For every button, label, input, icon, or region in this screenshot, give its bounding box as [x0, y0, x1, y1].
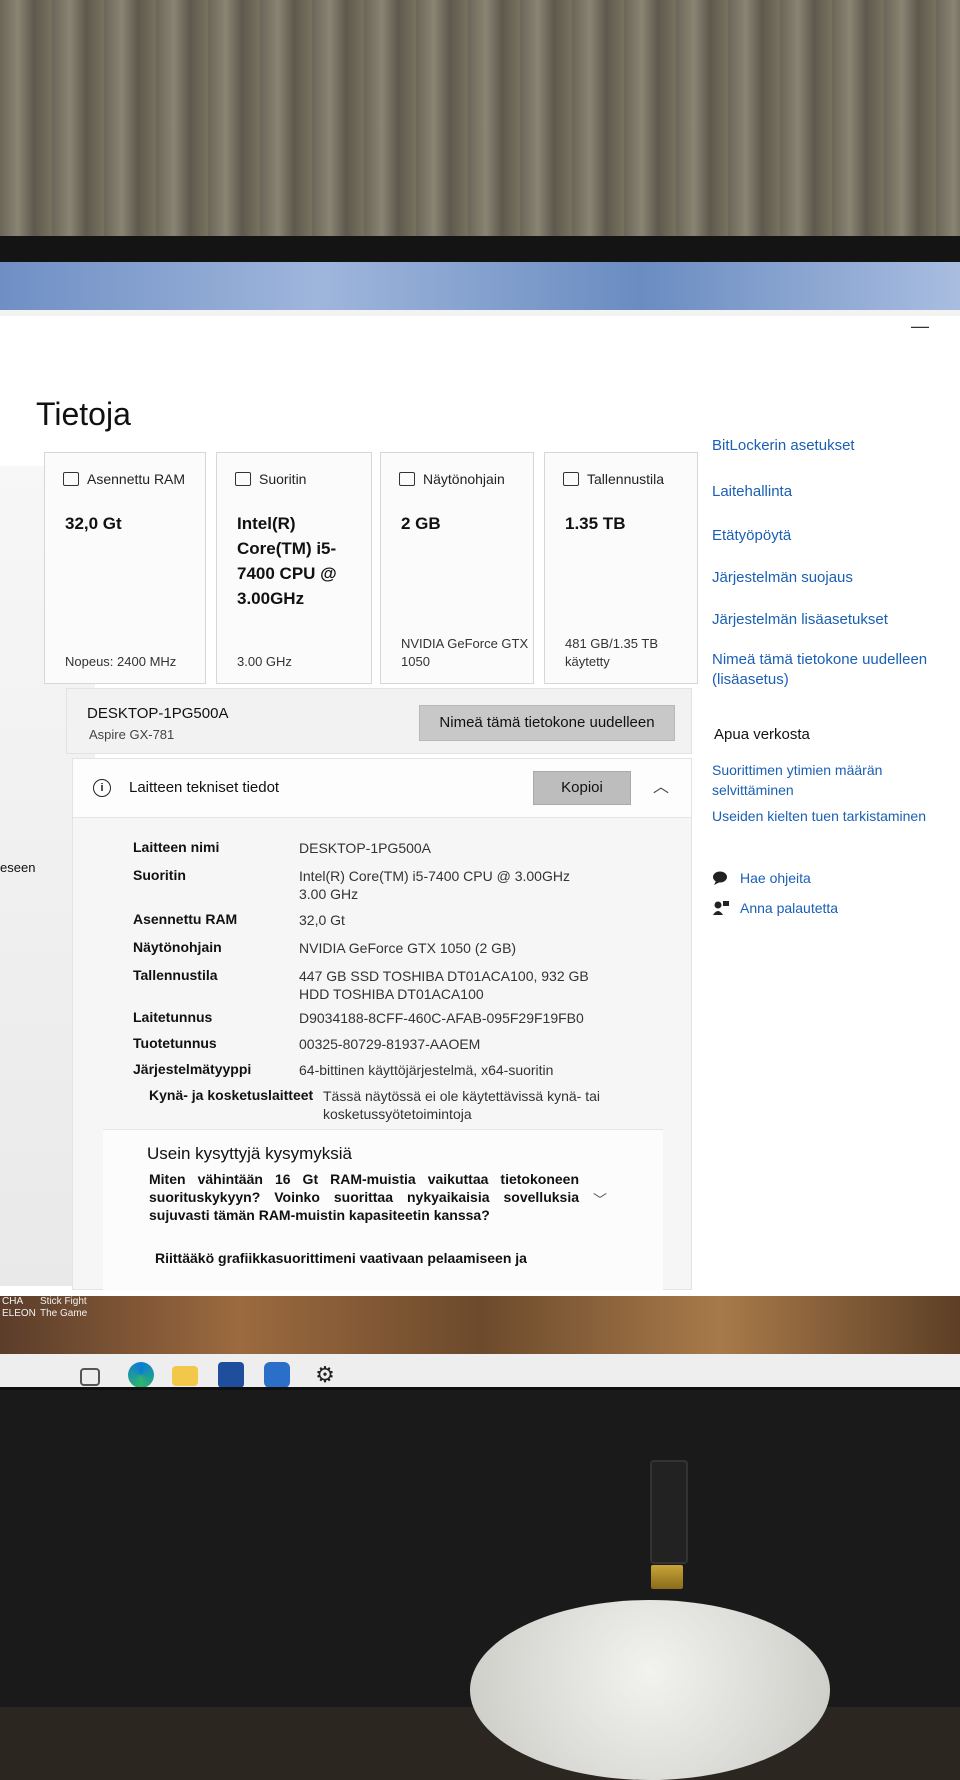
card-storage-value: 1.35 TB — [565, 514, 626, 533]
spec-key: Laitetunnus — [133, 1009, 213, 1025]
device-specs-title: Laitteen tekniset tiedot — [129, 779, 280, 796]
link-advanced-system-settings[interactable]: Järjestelmän lisäasetukset — [712, 610, 888, 630]
settings-icon[interactable]: ⚙ — [312, 1362, 338, 1387]
device-specs-panel: i Laitteen tekniset tiedot Kopioi ︿ Lait… — [72, 758, 692, 1290]
monitor-bezel-top — [0, 236, 960, 262]
edge-icon[interactable] — [128, 1362, 154, 1387]
spec-key: Suoritin — [133, 867, 186, 883]
feedback-label: Anna palautetta — [740, 900, 839, 916]
faq-question[interactable]: Riittääkö grafiikkasuorittimeni vaativaa… — [155, 1250, 585, 1266]
background-window-text: eseen — [0, 860, 36, 875]
card-gpu: Näytönohjain 2 GB NVIDIA GeForce GTX 105… — [380, 452, 534, 684]
feedback-link[interactable]: Anna palautetta — [712, 900, 838, 916]
spec-value: Tässä näytössä ei ole käytettävissä kynä… — [323, 1088, 601, 1122]
spec-key: Laitteen nimi — [133, 839, 220, 855]
card-cpu-label: Suoritin — [259, 471, 307, 487]
rename-pc-button[interactable]: Nimeä tämä tietokone uudelleen — [419, 705, 675, 741]
card-storage-label: Tallennustila — [587, 471, 665, 487]
card-storage-sub: 481 GB/1.35 TB käytetty — [565, 636, 658, 669]
card-ram: Asennettu RAM 32,0 Gt Nopeus: 2400 MHz — [44, 452, 206, 684]
cpu-icon — [235, 472, 251, 486]
get-help-label: Hae ohjeita — [740, 870, 811, 886]
background-wall — [0, 0, 960, 240]
faq-section: Usein kysyttyjä kysymyksiä Miten vähintä… — [103, 1129, 663, 1290]
link-multilanguage[interactable]: Useiden kielten tuen tarkistaminen — [712, 806, 952, 826]
screen: — eseen Tietoja Asennettu RAM 32,0 Gt No… — [0, 262, 960, 1387]
related-settings: BitLockerin asetukset Laitehallinta Etät… — [712, 436, 952, 996]
spec-key: Tuotetunnus — [133, 1035, 217, 1051]
spec-key: Kynä- ja kosketuslaitteet — [149, 1087, 314, 1103]
card-cpu: Suoritin Intel(R) Core(TM) i5-7400 CPU @… — [216, 452, 372, 684]
spec-value: 447 GB SSD TOSHIBA DT01ACA100, 932 GB HD… — [299, 968, 589, 1002]
card-storage: Tallennustila 1.35 TB 481 GB/1.35 TB käy… — [544, 452, 698, 684]
pill-dispenser — [470, 1600, 830, 1780]
card-gpu-sub: NVIDIA GeForce GTX 1050 — [401, 636, 529, 669]
spec-value: NVIDIA GeForce GTX 1050 (2 GB) — [299, 940, 517, 956]
storage-icon — [563, 472, 579, 486]
pc-model: Aspire GX-781 — [89, 727, 175, 742]
desktop-icon-fragment-line2: ELEON — [2, 1308, 36, 1319]
store-icon[interactable] — [218, 1362, 244, 1387]
desktop-icon-fragment[interactable]: CHA ELEON — [2, 1296, 36, 1320]
info-icon: i — [93, 779, 111, 797]
card-gpu-label: Näytönohjain — [423, 471, 505, 487]
chevron-down-icon[interactable]: ﹀ — [593, 1190, 607, 1210]
task-view-icon[interactable] — [80, 1368, 100, 1386]
spec-value: 32,0 Gt — [299, 912, 345, 928]
minimize-button[interactable]: — — [900, 316, 940, 340]
copy-button[interactable]: Kopioi — [533, 771, 631, 805]
spec-key: Näytönohjain — [133, 939, 222, 955]
help-title: Apua verkosta — [714, 726, 810, 743]
file-explorer-icon[interactable] — [172, 1366, 198, 1386]
desktop-wallpaper — [0, 1296, 960, 1354]
taskbar: ⚙ — [0, 1354, 960, 1387]
card-ram-sub: Nopeus: 2400 MHz — [65, 654, 177, 669]
device-specs-header[interactable]: i Laitteen tekniset tiedot Kopioi ︿ — [73, 759, 691, 818]
link-remote-desktop[interactable]: Etätyöpöytä — [712, 526, 791, 546]
ram-icon — [63, 472, 79, 486]
gpu-icon — [399, 472, 415, 486]
faq-question[interactable]: Miten vähintään 16 Gt RAM-muistia vaikut… — [149, 1170, 579, 1224]
screen-top-band — [0, 262, 960, 310]
spec-value: D9034188-8CFF-460C-AFAB-095F29F19FB0 — [299, 1010, 584, 1026]
chevron-up-icon[interactable]: ︿ — [653, 773, 669, 797]
spec-value: DESKTOP-1PG500A — [299, 840, 432, 856]
spec-key: Tallennustila — [133, 967, 218, 983]
usb-plug — [651, 1565, 683, 1589]
card-cpu-value: Intel(R) Core(TM) i5-7400 CPU @ 3.00GHz — [237, 514, 337, 608]
help-chat-icon — [713, 871, 727, 885]
spec-value: 64-bittinen käyttöjärjestelmä, x64-suori… — [299, 1062, 554, 1078]
faq-title: Usein kysyttyjä kysymyksiä — [147, 1144, 352, 1163]
pc-name: DESKTOP-1PG500A — [87, 705, 229, 722]
link-bitlocker[interactable]: BitLockerin asetukset — [712, 436, 855, 456]
mail-icon[interactable] — [264, 1362, 290, 1387]
link-rename-pc-advanced[interactable]: Nimeä tämä tietokone uudelleen (lisäaset… — [712, 650, 948, 690]
card-cpu-sub: 3.00 GHz — [237, 654, 292, 669]
link-device-manager[interactable]: Laitehallinta — [712, 482, 792, 502]
page-title: Tietoja — [36, 396, 131, 432]
desktop-icon-fragment-line1: CHA — [2, 1296, 24, 1307]
card-gpu-value: 2 GB — [401, 514, 441, 533]
spec-value: 00325-80729-81937-AAOEM — [299, 1036, 481, 1052]
spec-key: Järjestelmätyyppi — [133, 1061, 252, 1077]
usb-cable — [650, 1460, 688, 1564]
settings-window: — eseen Tietoja Asennettu RAM 32,0 Gt No… — [0, 316, 960, 1296]
desktop-icon-stick-fight[interactable]: Stick Fight The Game — [40, 1296, 100, 1320]
pc-name-box: DESKTOP-1PG500A Aspire GX-781 Nimeä tämä… — [66, 688, 692, 754]
get-help-link[interactable]: Hae ohjeita — [712, 870, 811, 886]
spec-key: Asennettu RAM — [133, 911, 238, 927]
spec-value: Intel(R) Core(TM) i5-7400 CPU @ 3.00GHz … — [299, 868, 570, 902]
card-ram-value: 32,0 Gt — [65, 514, 122, 533]
feedback-icon — [713, 901, 729, 915]
card-ram-label: Asennettu RAM — [87, 471, 186, 487]
link-cpu-cores[interactable]: Suorittimen ytimien määrän selvittäminen — [712, 760, 942, 800]
link-system-protection[interactable]: Järjestelmän suojaus — [712, 568, 853, 588]
